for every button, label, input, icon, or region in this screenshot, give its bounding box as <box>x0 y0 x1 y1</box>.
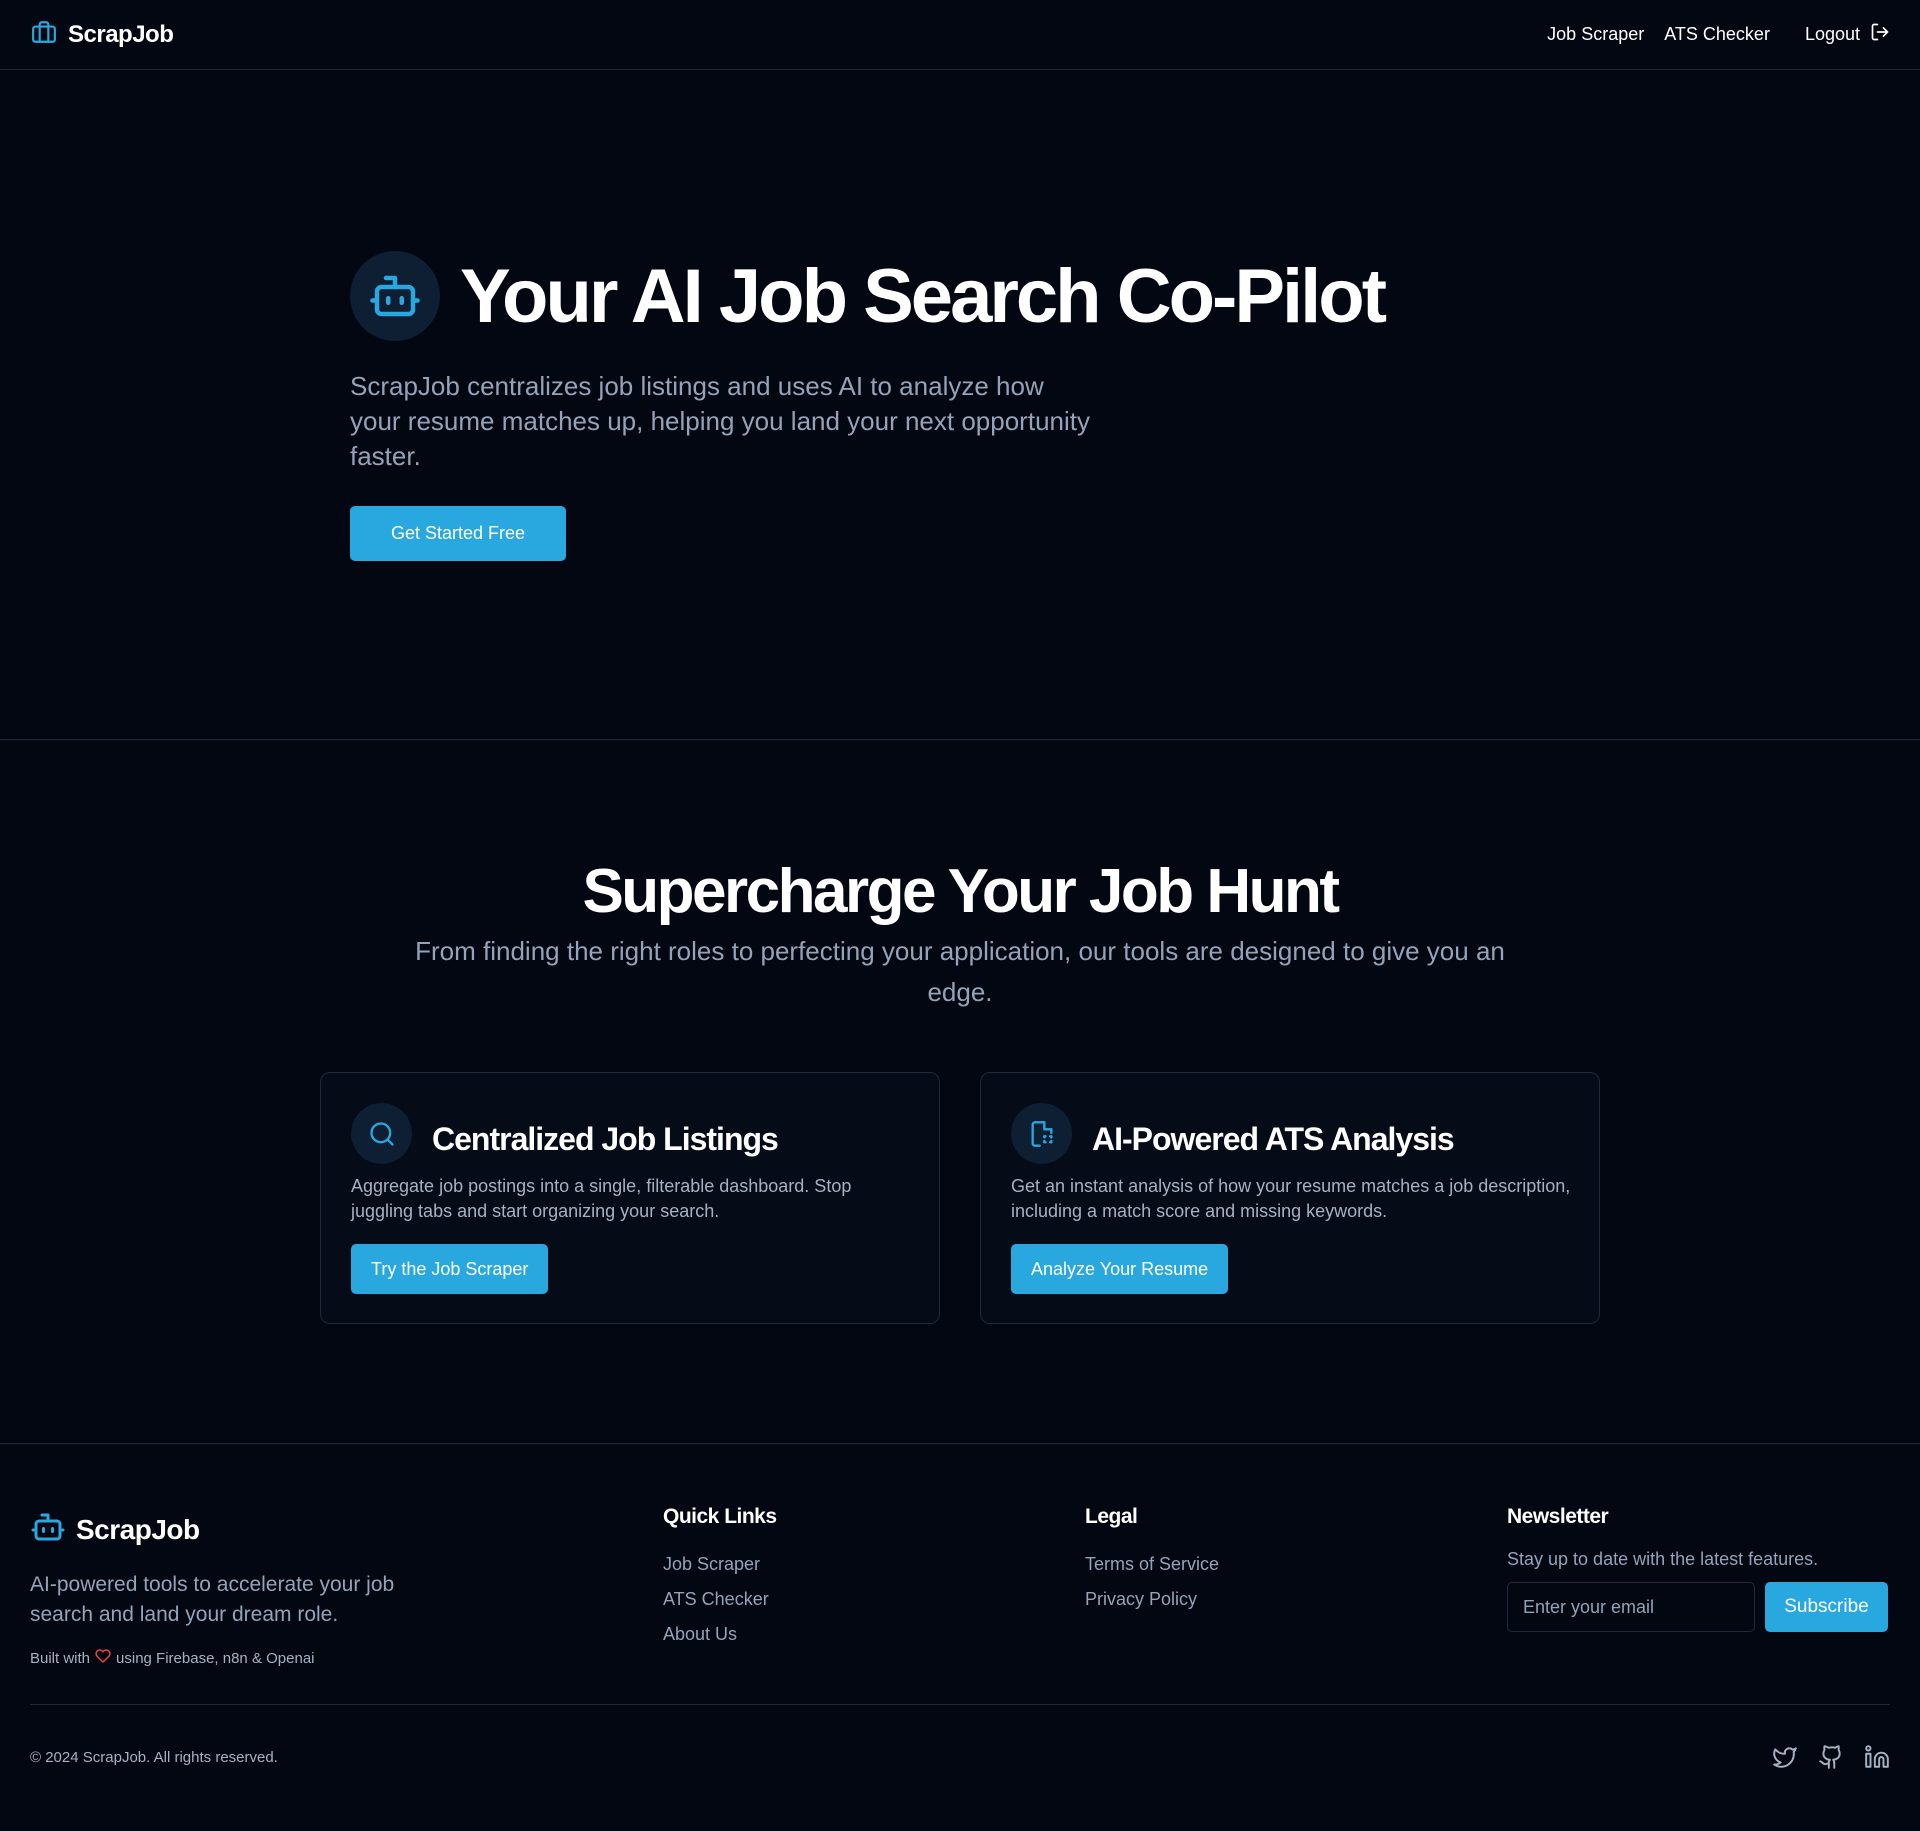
file-scan-icon <box>1011 1103 1072 1164</box>
main-nav: Job Scraper ATS Checker Logout <box>1547 22 1890 47</box>
get-started-button[interactable]: Get Started Free <box>350 506 566 561</box>
brand-link[interactable]: ScrapJob <box>30 19 174 50</box>
linkedin-icon[interactable] <box>1864 1744 1890 1775</box>
quick-links-heading: Quick Links <box>663 1505 777 1528</box>
footer-newsletter: Newsletter Stay up to date with the late… <box>1507 1505 1888 1632</box>
github-icon[interactable] <box>1818 1744 1844 1775</box>
try-job-scraper-button[interactable]: Try the Job Scraper <box>351 1244 549 1294</box>
built-with-note: Built with using Firebase, n8n & Openai <box>30 1648 450 1668</box>
footer-divider <box>30 1704 1890 1705</box>
twitter-icon[interactable] <box>1772 1744 1798 1775</box>
features-title: Supercharge Your Job Hunt <box>582 857 1340 926</box>
card-title: Centralized Job Listings <box>432 1121 779 1157</box>
hero-subtitle: ScrapJob centralizes job listings and us… <box>350 371 1090 471</box>
copyright: © 2024 ScrapJob. All rights reserved. <box>30 1749 278 1766</box>
footer-link-privacy[interactable]: Privacy Policy <box>1085 1589 1197 1609</box>
card-title: AI-Powered ATS Analysis <box>1092 1121 1455 1157</box>
built-suffix: using Firebase, n8n & Openai <box>116 1649 315 1667</box>
footer-link-about-us[interactable]: About Us <box>663 1624 737 1644</box>
footer-link-job-scraper[interactable]: Job Scraper <box>663 1554 760 1574</box>
features-subtitle: From finding the right roles to perfecti… <box>415 936 1505 1007</box>
logout-button[interactable]: Logout <box>1805 22 1890 47</box>
logout-label: Logout <box>1804 24 1860 44</box>
footer-brand-name: ScrapJob <box>76 1513 200 1545</box>
hero-section: Your AI Job Search Co-Pilot ScrapJob cen… <box>0 71 1920 740</box>
footer-legal: Legal Terms of Service Privacy Policy <box>1085 1505 1219 1617</box>
footer-link-terms[interactable]: Terms of Service <box>1085 1554 1219 1574</box>
heart-icon <box>95 1648 111 1668</box>
search-icon <box>351 1103 412 1164</box>
feature-card-job-listings: Centralized Job Listings Aggregate job p… <box>320 1072 940 1324</box>
newsletter-text: Stay up to date with the latest features… <box>1507 1549 1819 1569</box>
bot-icon <box>350 251 440 341</box>
nav-ats-checker[interactable]: ATS Checker <box>1664 24 1770 45</box>
footer-brand-column: ScrapJob AI-powered tools to accelerate … <box>30 1505 450 1668</box>
top-navbar: ScrapJob Job Scraper ATS Checker Logout <box>0 0 1920 70</box>
feature-card-ats-analysis: AI-Powered ATS Analysis Get an instant a… <box>980 1072 1600 1324</box>
built-prefix: Built with <box>30 1649 91 1667</box>
features-section: Supercharge Your Job Hunt From finding t… <box>0 741 1920 1444</box>
analyze-resume-button[interactable]: Analyze Your Resume <box>1011 1244 1229 1294</box>
footer: ScrapJob AI-powered tools to accelerate … <box>0 1445 1920 1831</box>
subscribe-button[interactable]: Subscribe <box>1765 1582 1888 1632</box>
legal-heading: Legal <box>1085 1505 1138 1528</box>
social-links <box>1772 1744 1890 1775</box>
brand-name: ScrapJob <box>68 20 174 48</box>
newsletter-heading: Newsletter <box>1507 1505 1609 1528</box>
card-description: Aggregate job postings into a single, fi… <box>351 1176 852 1221</box>
nav-job-scraper[interactable]: Job Scraper <box>1547 24 1644 45</box>
hero-title: Your AI Job Search Co-Pilot <box>460 253 1387 339</box>
bot-icon <box>30 1509 66 1550</box>
logout-icon <box>1870 22 1890 47</box>
footer-tagline: AI-powered tools to accelerate your job … <box>30 1573 395 1626</box>
briefcase-icon <box>30 19 58 50</box>
card-description: Get an instant analysis of how your resu… <box>1011 1176 1571 1221</box>
footer-quick-links: Quick Links Job Scraper ATS Checker Abou… <box>663 1505 777 1652</box>
newsletter-email-input[interactable] <box>1507 1582 1755 1632</box>
footer-link-ats-checker[interactable]: ATS Checker <box>663 1589 769 1609</box>
